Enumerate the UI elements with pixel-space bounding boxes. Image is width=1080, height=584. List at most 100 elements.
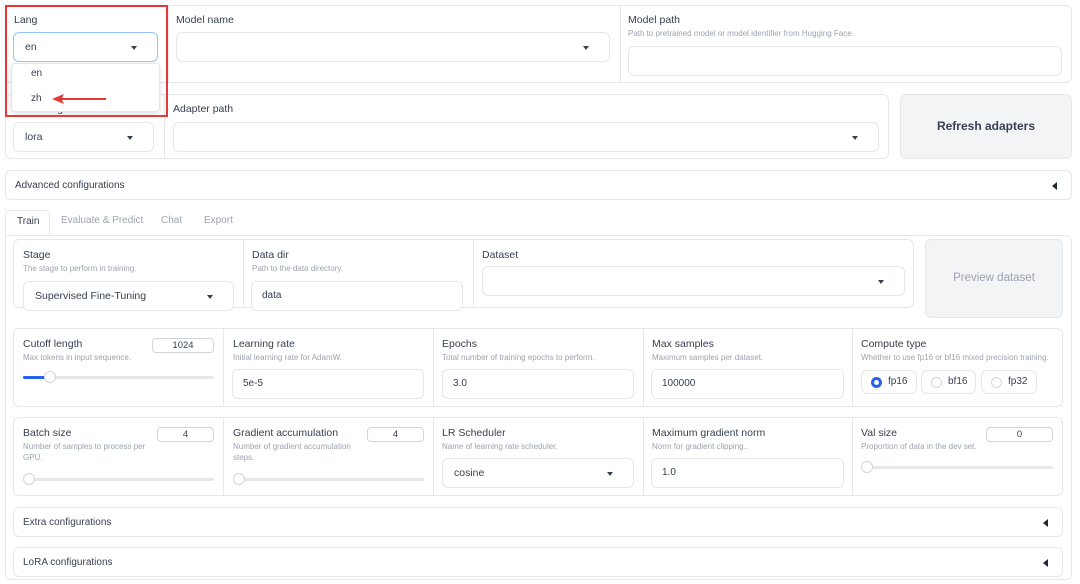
lr-scheduler-select[interactable]: cosine — [442, 458, 634, 488]
max-gradient-norm-info: Norm for gradient clipping.. — [652, 442, 749, 451]
advanced-configurations-label: Advanced configurations — [15, 180, 125, 191]
divider — [643, 328, 644, 407]
batch-size-slider[interactable] — [23, 473, 214, 485]
collapse-triangle-icon — [1043, 559, 1048, 567]
compute-type-fp32[interactable]: fp32 — [981, 370, 1037, 394]
lr-scheduler-label: LR Scheduler — [442, 427, 506, 439]
model-name-select[interactable] — [176, 32, 610, 62]
gradient-accumulation-slider-thumb[interactable] — [233, 473, 245, 485]
advanced-configurations-accordion[interactable]: Advanced configurations — [5, 170, 1072, 200]
data-dir-label: Data dir — [252, 249, 289, 261]
learning-rate-label: Learning rate — [233, 338, 295, 350]
gradient-accumulation-slider[interactable] — [233, 473, 424, 485]
divider — [433, 328, 434, 407]
divider — [852, 328, 853, 407]
divider — [620, 5, 621, 83]
cutoff-length-slider[interactable] — [23, 371, 214, 383]
max-gradient-norm-input[interactable]: 1.0 — [651, 458, 844, 488]
learning-rate-input[interactable]: 5e-5 — [232, 369, 424, 399]
divider — [473, 239, 474, 308]
batch-size-input[interactable]: 4 — [157, 427, 214, 442]
batch-size-info: Number of samples to process per GPU. — [23, 442, 146, 462]
preview-dataset-button[interactable]: Preview dataset — [925, 239, 1063, 318]
lora-configurations-accordion[interactable]: LoRA configurations — [13, 547, 1063, 577]
cutoff-length-label: Cutoff length — [23, 338, 83, 350]
refresh-adapters-button[interactable]: Refresh adapters — [900, 94, 1072, 159]
max-samples-info: Maximum samples per dataset. — [652, 353, 764, 362]
compute-type-fp16[interactable]: fp16 — [861, 370, 917, 394]
finetuning-method-select[interactable]: lora — [13, 122, 154, 152]
val-size-label: Val size — [861, 427, 897, 439]
divider — [433, 417, 434, 496]
model-name-label: Model name — [176, 14, 234, 26]
model-path-label: Model path — [628, 14, 680, 26]
radio-unselected-icon — [991, 377, 1002, 388]
stage-value: Supervised Fine-Tuning — [35, 290, 147, 302]
val-size-slider-thumb[interactable] — [861, 461, 873, 473]
tab-chat[interactable]: Chat — [161, 215, 182, 226]
collapse-triangle-icon — [1043, 519, 1048, 527]
radio-unselected-icon — [931, 377, 942, 388]
val-size-slider[interactable] — [861, 461, 1053, 473]
divider — [243, 239, 244, 308]
preview-dataset-label: Preview dataset — [953, 272, 1035, 284]
chevron-down-icon — [207, 295, 213, 299]
extra-configurations-label: Extra configurations — [23, 517, 112, 528]
compute-type-bf16[interactable]: bf16 — [921, 370, 976, 394]
lora-configurations-label: LoRA configurations — [23, 557, 113, 568]
tab-train[interactable]: Train — [5, 210, 50, 236]
data-dir-input[interactable]: data — [251, 281, 463, 311]
epochs-label: Epochs — [442, 338, 478, 350]
divider — [852, 417, 853, 496]
collapse-triangle-icon — [1052, 182, 1057, 190]
stage-label: Stage — [23, 249, 51, 261]
stage-info: The stage to perform in training. — [23, 264, 137, 273]
max-samples-label: Max samples — [652, 338, 714, 350]
learning-rate-info: Initial learning rate for AdamW. — [233, 353, 342, 362]
divider — [223, 328, 224, 407]
compute-type-fp16-label: fp16 — [888, 376, 908, 387]
gradient-accumulation-input[interactable]: 4 — [367, 427, 424, 442]
model-path-input[interactable] — [628, 46, 1062, 76]
max-gradient-norm-label: Maximum gradient norm — [652, 427, 766, 439]
finetuning-method-value: lora — [25, 131, 43, 143]
model-path-info: Path to pretrained model or model identi… — [628, 29, 854, 38]
data-dir-info: Path to the data directory. — [252, 264, 344, 273]
val-size-info: Proportion of data in the dev set. — [861, 442, 977, 451]
divider — [643, 417, 644, 496]
dataset-label: Dataset — [482, 249, 519, 261]
refresh-adapters-label: Refresh adapters — [936, 119, 1036, 133]
extra-configurations-accordion[interactable]: Extra configurations — [13, 507, 1063, 537]
cutoff-length-input[interactable]: 1024 — [152, 338, 214, 353]
annotation-highlight-box — [5, 5, 168, 117]
batch-size-slider-thumb[interactable] — [23, 473, 35, 485]
val-size-input[interactable]: 0 — [986, 427, 1053, 442]
chevron-down-icon — [852, 136, 858, 140]
batch-size-label: Batch size — [23, 427, 72, 439]
max-samples-input[interactable]: 100000 — [651, 369, 844, 399]
chevron-down-icon — [127, 136, 133, 140]
adapter-path-label: Adapter path — [173, 103, 234, 115]
divider — [168, 5, 169, 83]
tab-evaluate-predict[interactable]: Evaluate & Predict — [61, 215, 143, 226]
lr-scheduler-value: cosine — [454, 467, 485, 479]
tab-export[interactable]: Export — [204, 215, 233, 226]
gradient-accumulation-label: Gradient accumulation — [233, 427, 339, 439]
compute-type-fp32-label: fp32 — [1008, 376, 1028, 387]
compute-type-label: Compute type — [861, 338, 927, 350]
gradient-accumulation-info: Number of gradient accumulation steps. — [233, 442, 351, 462]
radio-selected-icon — [871, 377, 882, 388]
tab-train-label: Train — [17, 216, 40, 227]
adapter-path-select[interactable] — [173, 122, 879, 152]
chevron-down-icon — [607, 472, 613, 476]
compute-type-bf16-label: bf16 — [948, 376, 968, 387]
cutoff-length-info: Max tokens in input sequence. — [23, 353, 132, 362]
compute-type-info: Whether to use fp16 or bf16 mixed precis… — [861, 353, 1049, 362]
lr-scheduler-info: Name of learning rate scheduler. — [442, 442, 558, 451]
epochs-info: Total number of training epochs to perfo… — [442, 353, 595, 362]
divider — [223, 417, 224, 496]
epochs-input[interactable]: 3.0 — [442, 369, 634, 399]
dataset-select[interactable] — [482, 266, 905, 296]
chevron-down-icon — [878, 280, 884, 284]
stage-select[interactable]: Supervised Fine-Tuning — [23, 281, 234, 311]
